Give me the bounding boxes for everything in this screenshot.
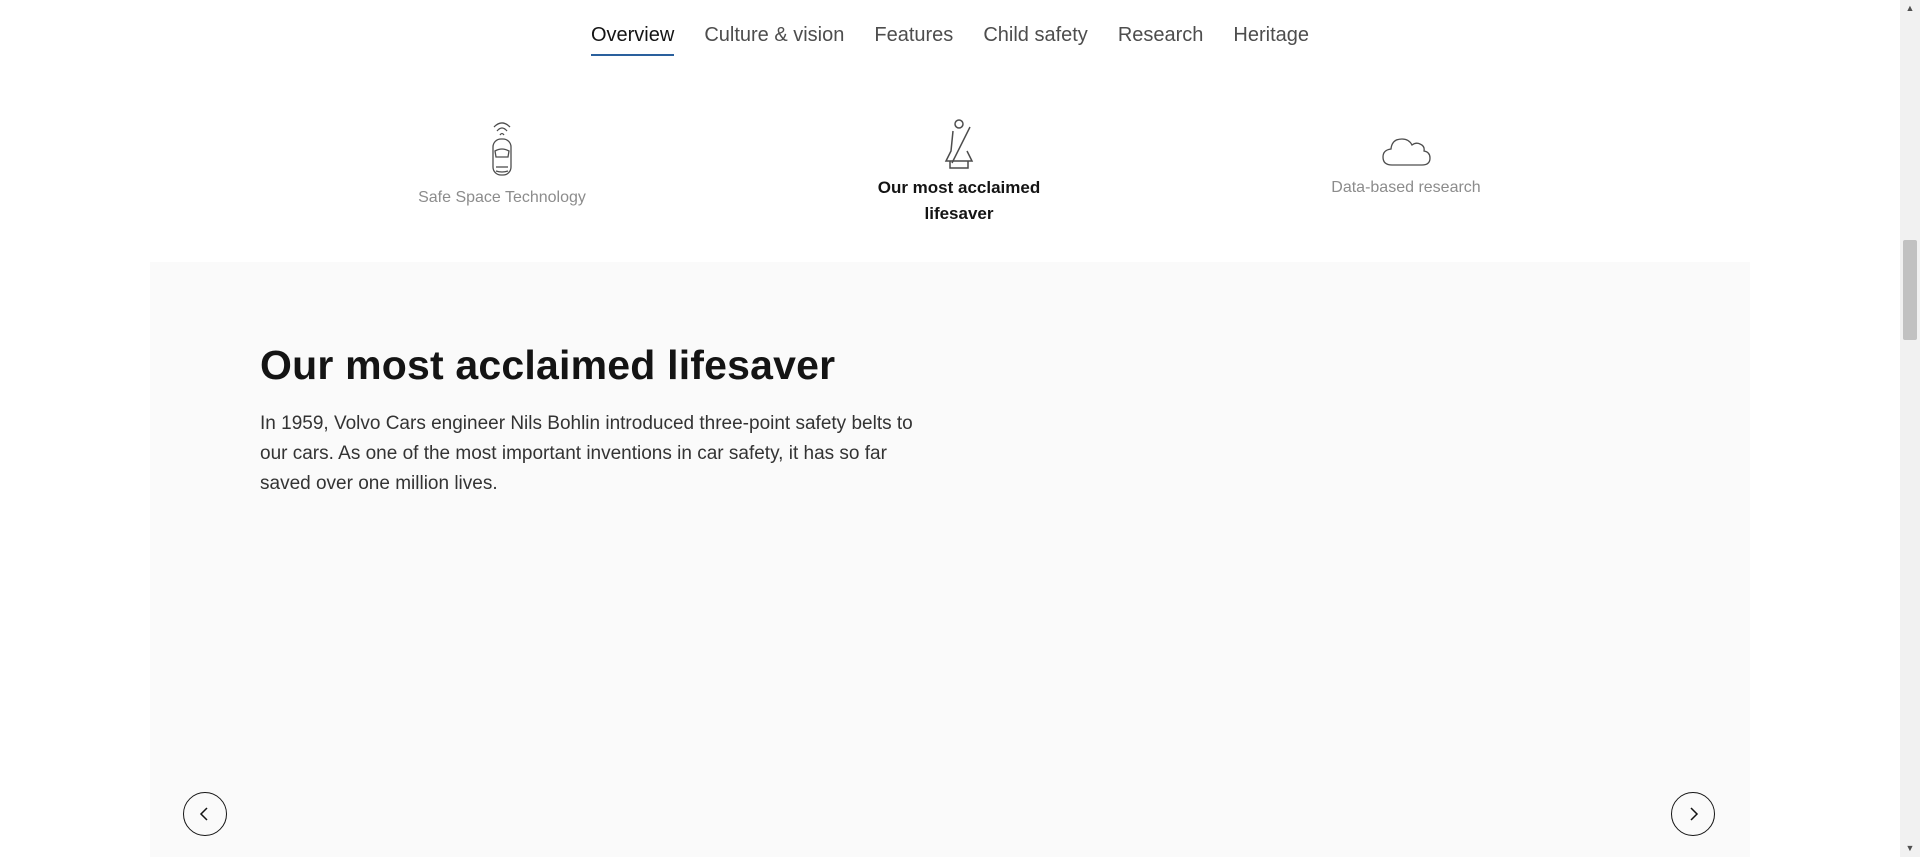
page: Overview Culture & vision Features Child… [0, 0, 1920, 857]
carousel-next-button[interactable] [1671, 792, 1715, 836]
tab-overview[interactable]: Overview [590, 24, 675, 56]
content-panel: Our most acclaimed lifesaver In 1959, Vo… [150, 262, 1750, 857]
seatbelt-person-icon [944, 119, 974, 169]
panel-body: In 1959, Volvo Cars engineer Nils Bohlin… [260, 413, 913, 494]
feature-safe-space-technology[interactable]: Safe Space Technology [392, 115, 612, 211]
feature-label: Data-based research [1331, 179, 1481, 196]
feature-most-acclaimed-lifesaver[interactable]: Our most acclaimed lifesaver [849, 115, 1069, 227]
feature-label: Our most acclaimed lifesaver [877, 178, 1041, 223]
feature-data-based-research[interactable]: Data-based research [1296, 115, 1516, 201]
carousel-prev-button[interactable] [183, 792, 227, 836]
tab-child-safety[interactable]: Child safety [983, 24, 1088, 56]
scroll-up-icon[interactable]: ▲ [1900, 0, 1920, 17]
tab-features[interactable]: Features [874, 24, 953, 56]
panel-title: Our most acclaimed lifesaver [260, 342, 836, 388]
feature-label: Safe Space Technology [418, 189, 586, 206]
tab-culture-vision[interactable]: Culture & vision [704, 24, 844, 56]
tab-heritage[interactable]: Heritage [1233, 24, 1309, 56]
feature-selector: Safe Space Technology Our most acclaimed… [150, 115, 1750, 265]
chevron-right-icon [1690, 807, 1699, 821]
car-sensor-icon [492, 122, 512, 176]
scroll-thumb[interactable] [1903, 240, 1917, 340]
tab-research[interactable]: Research [1118, 24, 1204, 56]
vertical-scrollbar[interactable]: ▲ ▼ [1900, 0, 1920, 857]
chevron-left-icon [199, 807, 208, 821]
scroll-down-icon[interactable]: ▼ [1900, 840, 1920, 857]
cloud-icon [1382, 138, 1431, 166]
section-tabs: Overview Culture & vision Features Child… [0, 24, 1900, 56]
